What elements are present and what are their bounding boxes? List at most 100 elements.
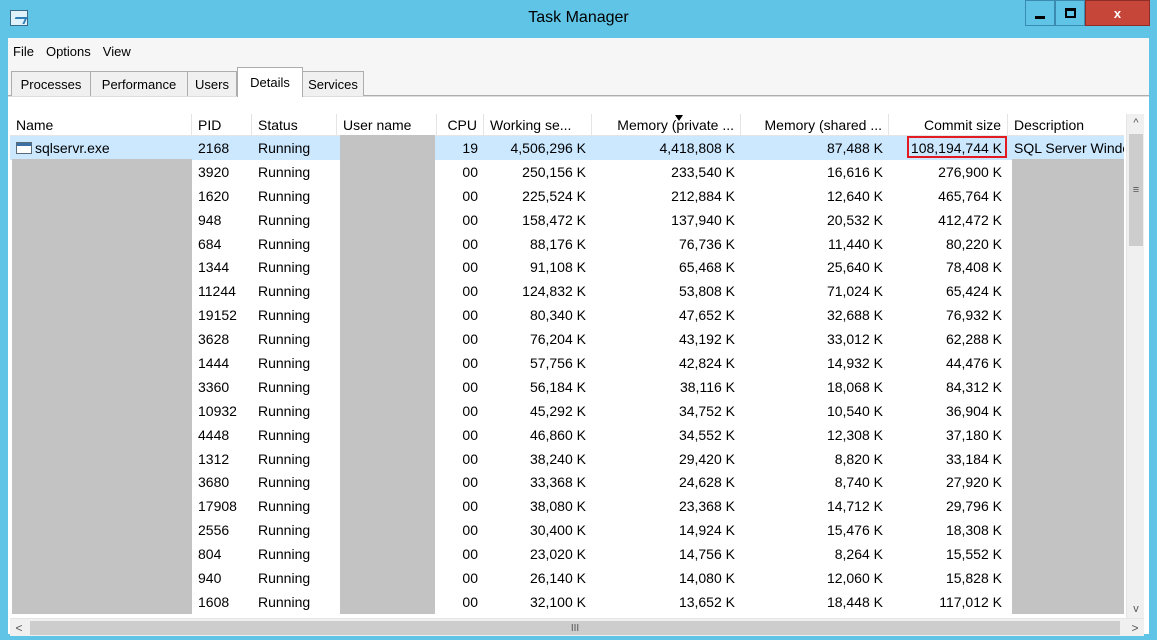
- client-area: File Options View Processes Performance …: [8, 38, 1149, 636]
- process-cpu: 00: [462, 402, 478, 419]
- process-status: Running: [258, 140, 311, 156]
- process-commit-size: 76,932 K: [945, 307, 1002, 324]
- window-title: Task Manager: [528, 9, 629, 26]
- process-cpu: 00: [462, 307, 478, 324]
- scroll-up-icon[interactable]: ^: [1127, 114, 1145, 132]
- process-memory-shared: 71,024 K: [826, 283, 883, 300]
- column-header-memory-private[interactable]: Memory (private ...: [592, 114, 741, 136]
- vertical-scroll-thumb[interactable]: ≡: [1129, 134, 1143, 246]
- scroll-left-icon[interactable]: <: [10, 619, 28, 637]
- column-header-name[interactable]: Name: [10, 114, 192, 136]
- process-commit-size: 412,472 K: [938, 211, 1002, 228]
- process-memory-private: 65,468 K: [678, 259, 735, 276]
- process-memory-private: 53,808 K: [678, 283, 735, 300]
- process-working-set: 45,292 K: [529, 402, 586, 419]
- title-bar[interactable]: Task Manager x: [0, 0, 1157, 38]
- process-pid: 948: [198, 211, 222, 228]
- scroll-down-icon[interactable]: v: [1127, 600, 1145, 618]
- tab-processes[interactable]: Processes: [11, 71, 91, 96]
- process-cpu: 00: [462, 259, 478, 276]
- process-commit-size: 15,828 K: [945, 570, 1002, 587]
- process-memory-private: 34,552 K: [678, 426, 735, 443]
- maximize-button[interactable]: [1055, 0, 1085, 26]
- process-memory-shared: 8,820 K: [834, 450, 883, 467]
- sort-descending-icon: [675, 115, 683, 121]
- process-memory-private: 24,628 K: [678, 474, 735, 491]
- process-name: sqlservr.exe: [10, 136, 192, 160]
- process-pid: 2556: [198, 522, 230, 539]
- process-memory-private: 4,418,808 K: [659, 140, 735, 156]
- process-working-set: 32,100 K: [529, 593, 586, 610]
- table-row[interactable]: sqlservr.exe 2168 Running 19 4,506,296 K 4,41…: [10, 136, 1124, 160]
- process-pid: 3920: [198, 163, 230, 180]
- process-working-set: 56,184 K: [529, 378, 586, 395]
- column-header-memory-shared[interactable]: Memory (shared ...: [741, 114, 889, 136]
- process-status: Running: [258, 259, 311, 276]
- tab-users[interactable]: Users: [187, 71, 237, 96]
- process-memory-private: 13,652 K: [678, 593, 735, 610]
- process-memory-private: 14,756 K: [678, 546, 735, 563]
- process-memory-private: 137,940 K: [671, 211, 735, 228]
- redacted-descriptions: [1012, 159, 1124, 614]
- process-memory-private: 23,368 K: [678, 498, 735, 515]
- column-header-commit-size[interactable]: Commit size: [889, 114, 1008, 136]
- process-memory-private: 14,080 K: [678, 570, 735, 587]
- process-pid: 684: [198, 235, 222, 252]
- process-memory-shared: 16,616 K: [826, 163, 883, 180]
- process-pid: 10932: [198, 402, 237, 419]
- process-commit-size: 62,288 K: [945, 331, 1002, 348]
- process-memory-shared: 87,488 K: [826, 140, 883, 156]
- column-header-user-name[interactable]: User name: [337, 114, 437, 136]
- column-header-working-set[interactable]: Working se...: [484, 114, 592, 136]
- process-commit-size: 27,920 K: [945, 474, 1002, 491]
- process-cpu: 00: [462, 450, 478, 467]
- horizontal-scrollbar[interactable]: < III >: [10, 618, 1144, 636]
- process-status: Running: [258, 593, 311, 610]
- process-memory-shared: 10,540 K: [826, 402, 883, 419]
- close-button[interactable]: x: [1085, 0, 1150, 26]
- process-status: Running: [258, 426, 311, 443]
- process-memory-private: 233,540 K: [671, 163, 735, 180]
- tab-services[interactable]: Services: [302, 71, 364, 96]
- redacted-user-names: [340, 135, 435, 614]
- process-commit-size: 33,184 K: [945, 450, 1002, 467]
- menu-options[interactable]: Options: [40, 44, 97, 59]
- tab-performance[interactable]: Performance: [90, 71, 188, 96]
- process-memory-shared: 15,476 K: [826, 522, 883, 539]
- redacted-names: [12, 159, 192, 614]
- process-status: Running: [258, 235, 311, 252]
- process-pid: 17908: [198, 498, 237, 515]
- process-cpu: 00: [462, 211, 478, 228]
- process-commit-size: 84,312 K: [945, 378, 1002, 395]
- process-memory-shared: 18,068 K: [826, 378, 883, 395]
- vertical-scrollbar[interactable]: ^ ≡ v: [1126, 114, 1144, 618]
- tab-details[interactable]: Details: [237, 67, 303, 97]
- process-status: Running: [258, 211, 311, 228]
- process-commit-size: 80,220 K: [945, 235, 1002, 252]
- minimize-button[interactable]: [1025, 0, 1055, 26]
- process-pid: 4448: [198, 426, 230, 443]
- column-header-cpu[interactable]: CPU: [437, 114, 484, 136]
- scroll-right-icon[interactable]: >: [1126, 619, 1144, 637]
- process-status: Running: [258, 522, 311, 539]
- process-memory-private: 38,116 K: [679, 378, 735, 395]
- process-status: Running: [258, 187, 311, 204]
- process-status: Running: [258, 355, 311, 372]
- process-pid: 3628: [198, 331, 230, 348]
- process-memory-shared: 18,448 K: [826, 593, 883, 610]
- column-header-status[interactable]: Status: [252, 114, 337, 136]
- horizontal-scroll-thumb[interactable]: III: [30, 621, 1120, 635]
- process-pid: 19152: [198, 307, 237, 324]
- process-memory-shared: 14,932 K: [826, 355, 883, 372]
- process-memory-shared: 11,440 K: [827, 235, 883, 252]
- column-header-description[interactable]: Description: [1008, 114, 1124, 136]
- process-working-set: 250,156 K: [522, 163, 586, 180]
- menu-file[interactable]: File: [8, 44, 40, 59]
- menu-view[interactable]: View: [97, 44, 137, 59]
- process-commit-size: 44,476 K: [945, 355, 1002, 372]
- process-commit-size: 15,552 K: [945, 546, 1002, 563]
- process-status: Running: [258, 450, 311, 467]
- column-header-pid[interactable]: PID: [192, 114, 252, 136]
- task-manager-window: Task Manager x File Options View Process…: [0, 0, 1157, 640]
- process-working-set: 23,020 K: [529, 546, 586, 563]
